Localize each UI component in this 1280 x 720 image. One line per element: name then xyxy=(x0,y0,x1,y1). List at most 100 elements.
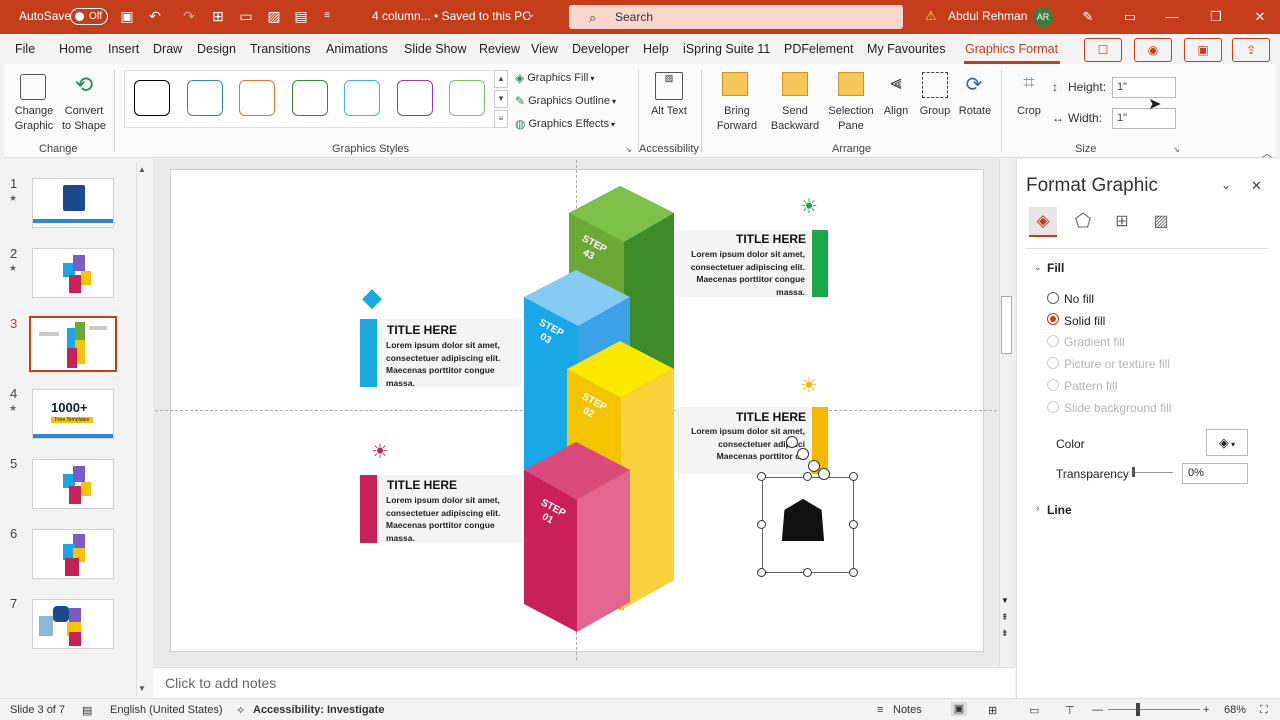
block-2-title[interactable]: TITLE HERE xyxy=(387,478,457,492)
slide-sorter-icon[interactable]: ⊞ xyxy=(988,704,997,717)
scroll-down-icon[interactable]: ▼ xyxy=(138,684,146,693)
bring-forward-icon[interactable] xyxy=(722,72,748,96)
slide-counter[interactable]: Slide 3 of 7 xyxy=(10,704,65,716)
share-button[interactable]: ⇪ xyxy=(1232,38,1270,62)
solid-fill-radio[interactable] xyxy=(1047,313,1059,325)
alt-text-button[interactable]: Alt Text xyxy=(650,104,688,119)
block-1-title[interactable]: TITLE HERE xyxy=(387,323,457,337)
height-input[interactable]: 1" xyxy=(1112,77,1176,98)
user-name[interactable]: Abdul Rehman xyxy=(948,9,1027,23)
line-expand-icon[interactable]: › xyxy=(1036,503,1039,514)
convert-to-shape-icon[interactable]: ⟲ xyxy=(70,72,98,100)
graphics-fill-button[interactable]: ◈ Graphics Fill ▾ xyxy=(515,70,594,86)
crop-icon[interactable]: ⌗ xyxy=(1016,72,1042,98)
pattern-fill-label[interactable]: Pattern fill xyxy=(1064,379,1117,393)
style-swatch-6[interactable] xyxy=(397,80,433,116)
style-swatch-3[interactable] xyxy=(239,80,275,116)
resize-handle[interactable] xyxy=(803,472,812,481)
scroll-down-icon[interactable]: ▼ xyxy=(1001,596,1009,605)
record-button[interactable]: ◉ xyxy=(1134,38,1172,62)
normal-view-icon[interactable]: ▣ xyxy=(951,702,967,716)
slide-thumbnail-7[interactable] xyxy=(32,599,114,649)
gradient-fill-label[interactable]: Gradient fill xyxy=(1064,335,1125,349)
save-icon[interactable]: ▣ xyxy=(118,7,136,25)
sunrise-field-icon[interactable]: ☀ xyxy=(790,368,828,404)
document-title[interactable]: 4 column... • Saved to this PC xyxy=(372,9,531,23)
chevron-down-icon[interactable]: ⌄ xyxy=(527,9,535,20)
collapse-ribbon-icon[interactable]: ︿ xyxy=(1262,145,1272,160)
people-icon[interactable]: ☗ xyxy=(766,484,840,560)
fit-to-window-icon[interactable]: ⛶ xyxy=(1260,704,1268,717)
gallery-scroll-up[interactable]: ▲ xyxy=(494,70,508,88)
sunrise-field-icon[interactable]: ☀ xyxy=(790,188,828,226)
maximize-icon[interactable]: ❐ xyxy=(1204,7,1228,27)
tab-file[interactable]: File xyxy=(15,42,35,56)
present-teams-button[interactable]: ▣ xyxy=(1184,38,1222,62)
search-box[interactable]: ⌕ Search xyxy=(569,5,903,29)
dialog-launcher-icon[interactable]: ↘ xyxy=(625,145,632,154)
resize-handle[interactable] xyxy=(849,520,858,529)
zoom-in-icon[interactable]: + xyxy=(1203,704,1209,716)
pattern-fill-radio[interactable] xyxy=(1047,379,1059,391)
pen-icon[interactable]: ✎ xyxy=(1076,7,1100,27)
undo-icon[interactable]: ↶ xyxy=(146,7,164,25)
convert-to-shape-button[interactable]: Convert to Shape xyxy=(60,104,108,134)
fill-line-icon[interactable]: ◈ xyxy=(1029,207,1057,237)
previous-slide-icon[interactable]: ⇞ xyxy=(1001,612,1009,623)
editor-vertical-scrollbar[interactable] xyxy=(999,159,1014,666)
group-icon[interactable] xyxy=(922,72,948,98)
resize-handle[interactable] xyxy=(849,472,858,481)
slide-thumbnail-6[interactable] xyxy=(32,529,114,579)
scrollbar-thumb[interactable] xyxy=(1001,296,1012,354)
transparency-slider-thumb[interactable] xyxy=(1132,467,1135,477)
spellcheck-icon[interactable]: ▤ xyxy=(82,704,92,717)
width-input[interactable]: 1" xyxy=(1112,108,1176,129)
gradient-fill-radio[interactable] xyxy=(1047,335,1059,347)
gallery-more[interactable]: ≡ xyxy=(494,110,508,128)
close-pane-icon[interactable]: ✕ xyxy=(1251,178,1262,194)
rotate-handle[interactable] xyxy=(786,436,798,448)
rotate-handle[interactable] xyxy=(797,448,809,460)
fill-color-picker[interactable]: ◈ ▾ xyxy=(1206,429,1248,456)
slide-thumbnail-2[interactable] xyxy=(32,248,114,298)
fill-section-header[interactable]: Fill xyxy=(1047,261,1064,275)
resize-handle[interactable] xyxy=(757,568,766,577)
change-graphic-icon[interactable] xyxy=(20,74,46,100)
picture-fill-radio[interactable] xyxy=(1047,357,1059,369)
tab-review[interactable]: Review xyxy=(479,42,520,56)
no-fill-radio[interactable] xyxy=(1047,292,1059,304)
alt-text-icon[interactable]: ▨ xyxy=(655,72,683,100)
picture-icon[interactable]: ▨ xyxy=(1148,209,1174,235)
crop-button[interactable]: Crop xyxy=(1012,104,1046,119)
tab-insert[interactable]: Insert xyxy=(108,42,139,56)
document-icon[interactable]: ▤ xyxy=(292,7,310,25)
reading-view-icon[interactable]: ▭ xyxy=(1029,704,1039,717)
slide-thumbnail-5[interactable] xyxy=(32,459,114,509)
slide-background-fill-label[interactable]: Slide background fill xyxy=(1064,401,1171,415)
language-indicator[interactable]: English (United States) xyxy=(110,704,223,716)
rotate-icon[interactable]: ⟳ xyxy=(960,72,988,98)
style-swatch-4[interactable] xyxy=(292,80,328,116)
pane-options-icon[interactable]: ⌄ xyxy=(1221,178,1231,192)
close-icon[interactable]: ✕ xyxy=(1248,7,1272,27)
warning-icon[interactable]: ⚠ xyxy=(925,8,937,24)
selection-pane-icon[interactable] xyxy=(838,72,864,96)
line-section-header[interactable]: Line xyxy=(1047,503,1072,517)
effects-pentagon-icon[interactable]: ⬠ xyxy=(1070,209,1096,235)
notes-icon[interactable]: ≡ xyxy=(877,704,883,716)
present-icon[interactable]: ⊞ xyxy=(209,7,227,25)
autosave-toggle[interactable]: Off xyxy=(70,8,108,25)
tab-graphics-format[interactable]: Graphics Format xyxy=(965,42,1058,56)
tab-animations[interactable]: Animations xyxy=(326,42,388,56)
rotate-handle[interactable] xyxy=(818,468,830,480)
tab-help[interactable]: Help xyxy=(643,42,669,56)
style-swatch-7[interactable] xyxy=(449,80,485,116)
no-fill-label[interactable]: No fill xyxy=(1064,292,1094,306)
rotate-button[interactable]: Rotate xyxy=(956,104,994,119)
zoom-out-icon[interactable]: — xyxy=(1092,704,1103,716)
style-swatch-5[interactable] xyxy=(344,80,380,116)
comments-button[interactable]: ☐ xyxy=(1084,38,1122,62)
style-swatch-1[interactable] xyxy=(134,80,170,116)
tab-draw[interactable]: Draw xyxy=(153,42,182,56)
tab-view[interactable]: View xyxy=(531,42,558,56)
